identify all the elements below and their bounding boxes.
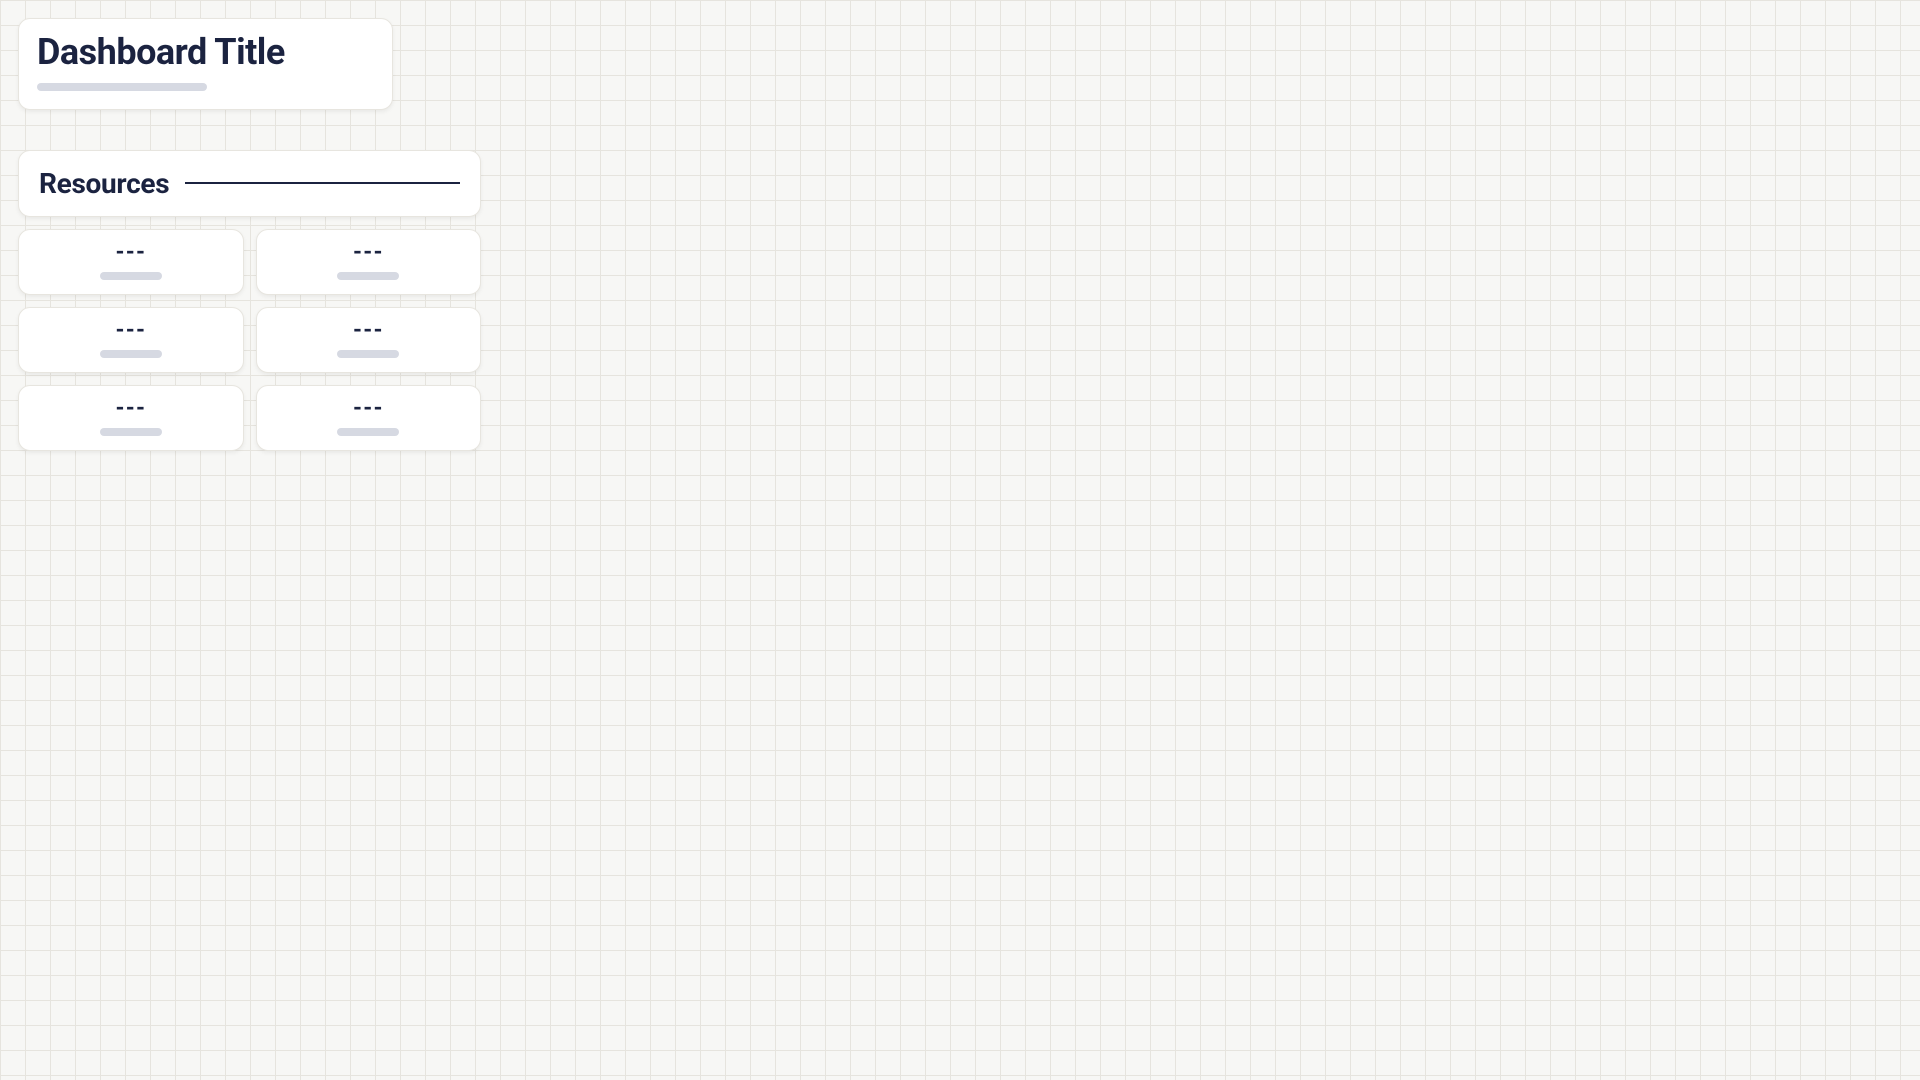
resource-card-value: --- bbox=[353, 398, 384, 420]
resources-section-title: Resources bbox=[39, 167, 169, 200]
resource-card-label-placeholder bbox=[100, 350, 162, 358]
resources-section-header: Resources bbox=[18, 150, 481, 217]
resource-card-value: --- bbox=[353, 320, 384, 342]
resource-card-label-placeholder bbox=[337, 272, 399, 280]
dashboard-title-card: Dashboard Title bbox=[18, 18, 393, 110]
dashboard-title: Dashboard Title bbox=[37, 33, 374, 73]
resource-card: --- bbox=[18, 229, 244, 295]
resource-card: --- bbox=[256, 229, 482, 295]
resource-card-value: --- bbox=[115, 398, 146, 420]
resource-card-value: --- bbox=[353, 242, 384, 264]
resource-card: --- bbox=[18, 385, 244, 451]
resource-card-label-placeholder bbox=[337, 350, 399, 358]
resource-card-label-placeholder bbox=[337, 428, 399, 436]
resources-cards-grid: --- --- --- --- --- --- bbox=[18, 229, 481, 451]
resource-card-label-placeholder bbox=[100, 428, 162, 436]
resource-card: --- bbox=[256, 307, 482, 373]
section-divider-line bbox=[185, 182, 460, 184]
resource-card-label-placeholder bbox=[100, 272, 162, 280]
resource-card-value: --- bbox=[115, 320, 146, 342]
resource-card: --- bbox=[256, 385, 482, 451]
dashboard-subtitle-placeholder bbox=[37, 83, 207, 91]
resource-card: --- bbox=[18, 307, 244, 373]
resource-card-value: --- bbox=[115, 242, 146, 264]
